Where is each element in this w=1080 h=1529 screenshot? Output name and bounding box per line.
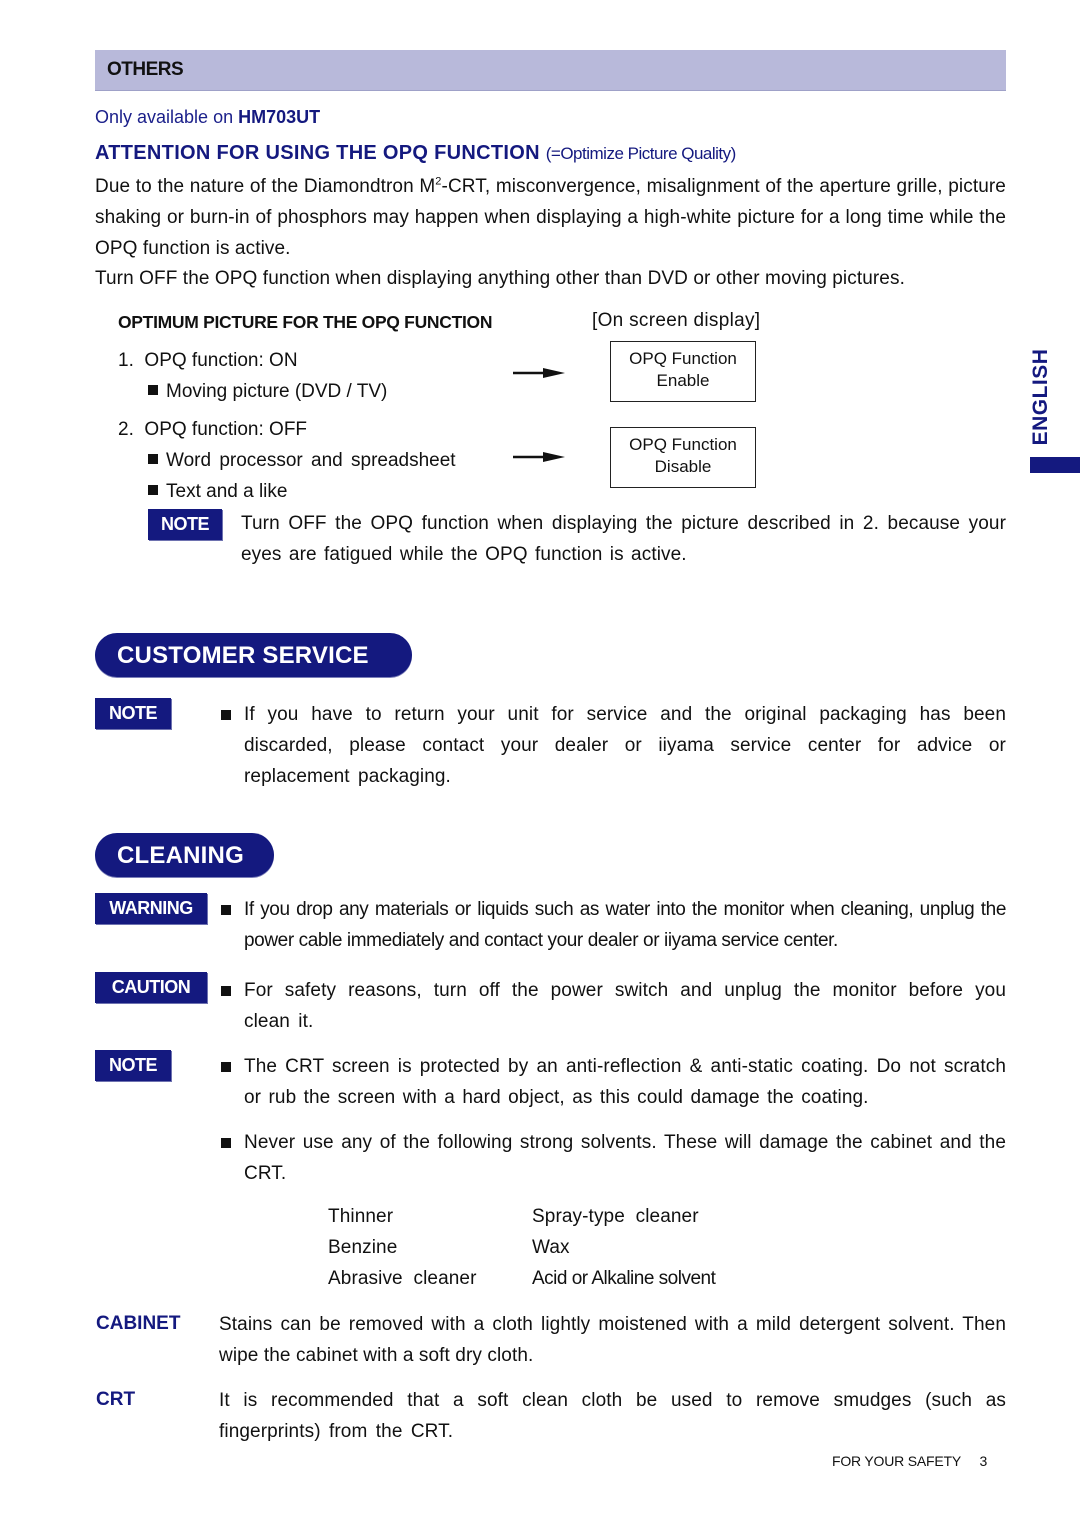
arrow-right-icon — [513, 452, 565, 462]
bullet-text: Moving picture (DVD / TV) — [166, 381, 388, 402]
osd-line: OPQ Function — [629, 435, 737, 454]
arrow-right-icon — [513, 368, 565, 378]
para-text: Due to the nature of the Diamondtron M — [95, 176, 436, 197]
attention-heading: ATTENTION FOR USING THE OPQ FUNCTION (=O… — [95, 142, 736, 165]
square-bullet-icon — [148, 485, 158, 495]
osd-box-enable: OPQ Function Enable — [610, 341, 756, 402]
opq-note-text: Turn OFF the OPQ function when displayin… — [241, 513, 1006, 565]
availability-note: Only available on HM703UT — [95, 107, 320, 128]
others-section-header: OTHERS — [95, 50, 1006, 91]
osd-line: Enable — [656, 371, 710, 390]
opq-warning-paragraph: Due to the nature of the Diamondtron M2-… — [95, 171, 1006, 264]
others-header-text: OTHERS — [107, 59, 184, 80]
warning-text: If you drop any materials or liquids suc… — [244, 899, 1006, 951]
osd-label: [On screen display] — [592, 310, 761, 331]
cabinet-text: Stains can be removed with a cloth light… — [219, 1314, 1006, 1366]
caution-badge: CAUTION — [95, 972, 207, 1003]
language-tab-label: ENGLISH — [1029, 348, 1052, 446]
square-bullet-icon — [221, 905, 231, 915]
warning-badge: WARNING — [95, 893, 207, 924]
page-footer: FOR YOUR SAFETY 3 — [832, 1453, 987, 1469]
note-badge: NOTE — [95, 1050, 171, 1081]
item-label: OPQ function: OFF — [144, 419, 308, 440]
opq-turn-off-paragraph: Turn OFF the OPQ function when displayin… — [95, 268, 905, 289]
cleaning-heading: CLEANING — [95, 833, 274, 877]
note-badge: NOTE — [148, 509, 222, 540]
square-bullet-icon — [221, 1062, 231, 1072]
note-solvents-text: Never use any of the following strong so… — [244, 1132, 1006, 1184]
solvent-item: Acid or Alkaline solvent — [532, 1268, 716, 1289]
opq-item-off: 2. OPQ function: OFF — [118, 418, 307, 442]
language-tab: ENGLISH — [1022, 345, 1062, 455]
solvent-item: Spray-type cleaner — [532, 1206, 699, 1227]
solvent-item: Wax — [532, 1237, 570, 1258]
opq-item-on: 1. OPQ function: ON — [118, 349, 298, 373]
item-label: OPQ function: ON — [144, 350, 298, 371]
language-tab-marker — [1030, 457, 1080, 473]
square-bullet-icon — [221, 986, 231, 996]
square-bullet-icon — [148, 385, 158, 395]
list-item: Word processor and spreadsheet — [148, 449, 456, 473]
cabinet-label: CABINET — [96, 1313, 181, 1334]
osd-line: Disable — [654, 457, 712, 476]
bullet-text: Text and a like — [166, 481, 288, 502]
note-coating-text: The CRT screen is protected by an anti-r… — [244, 1056, 1006, 1108]
crt-text: It is recommended that a soft clean clot… — [219, 1390, 1006, 1442]
solvent-item: Thinner — [328, 1206, 394, 1227]
customer-service-text: If you have to return your unit for serv… — [244, 704, 1006, 787]
square-bullet-icon — [221, 1138, 231, 1148]
solvent-item: Abrasive cleaner — [328, 1268, 477, 1289]
customer-service-heading: CUSTOMER SERVICE — [95, 633, 412, 677]
crt-label: CRT — [96, 1389, 136, 1410]
model-name: HM703UT — [238, 107, 321, 127]
osd-line: OPQ Function — [629, 349, 737, 368]
solvent-item: Benzine — [328, 1237, 398, 1258]
list-item: Text and a like — [148, 480, 287, 504]
optimum-picture-title: OPTIMUM PICTURE FOR THE OPQ FUNCTION — [118, 312, 493, 332]
caution-text: For safety reasons, turn off the power s… — [244, 980, 1006, 1032]
square-bullet-icon — [148, 454, 158, 464]
note-badge: NOTE — [95, 698, 171, 729]
item-number: 1. — [118, 350, 134, 371]
item-number: 2. — [118, 419, 134, 440]
square-bullet-icon — [221, 710, 231, 720]
osd-box-disable: OPQ Function Disable — [610, 427, 756, 488]
bullet-text: Word processor and spreadsheet — [166, 450, 456, 471]
page-number: 3 — [979, 1453, 988, 1469]
attention-title: ATTENTION FOR USING THE OPQ FUNCTION — [95, 142, 540, 164]
list-item: Moving picture (DVD / TV) — [148, 380, 387, 404]
footer-section: FOR YOUR SAFETY — [832, 1453, 961, 1469]
attention-subtitle: (=Optimize Picture Quality) — [545, 144, 737, 163]
availability-prefix: Only available on — [95, 107, 239, 127]
